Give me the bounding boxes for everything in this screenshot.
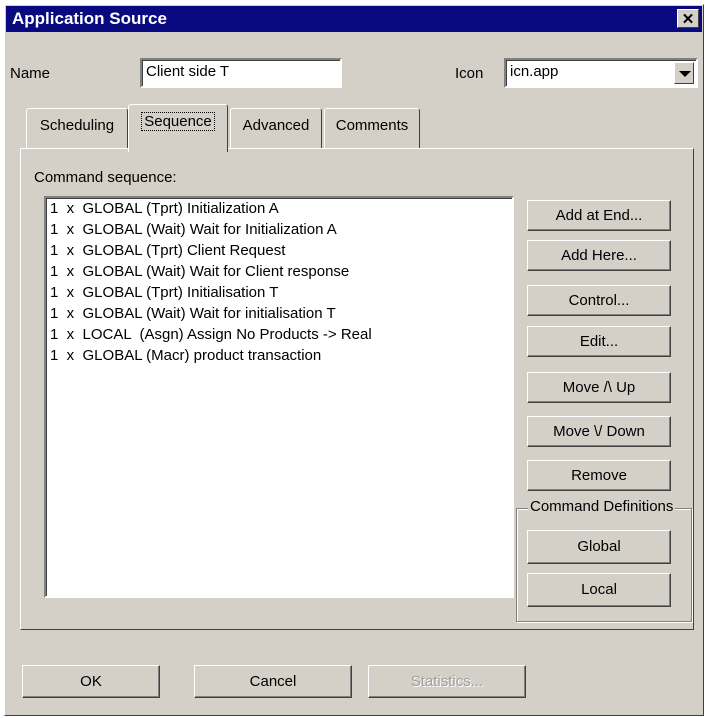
list-item[interactable]: 1 x GLOBAL (Macr) product transaction [46, 345, 512, 366]
icon-select[interactable]: icn.app [504, 58, 698, 88]
dialog-title: Application Source [12, 9, 167, 28]
command-definitions-title: Command Definitions [528, 498, 676, 515]
statistics-button: Statistics... [368, 665, 526, 698]
move-down-button[interactable]: Move \/ Down [527, 416, 671, 447]
list-item[interactable]: 1 x GLOBAL (Tprt) Initialization A [46, 198, 512, 219]
add-at-end-button[interactable]: Add at End... [527, 200, 671, 231]
icon-label: Icon [455, 65, 484, 82]
icon-select-value: icn.app [510, 63, 559, 80]
title-bar: Application Source ✕ [6, 6, 702, 32]
tab-advanced-label: Advanced [242, 117, 310, 134]
tab-advanced[interactable]: Advanced [230, 108, 322, 148]
tab-comments-label: Comments [335, 117, 409, 134]
tab-scheduling[interactable]: Scheduling [26, 108, 128, 148]
name-field[interactable]: Client side T [140, 58, 342, 88]
command-sequence-list[interactable]: 1 x GLOBAL (Tprt) Initialization A 1 x G… [44, 196, 514, 598]
chevron-down-icon[interactable] [674, 62, 694, 84]
add-here-button[interactable]: Add Here... [527, 240, 671, 271]
control-button[interactable]: Control... [527, 285, 671, 316]
ok-button[interactable]: OK [22, 665, 160, 698]
list-item[interactable]: 1 x GLOBAL (Tprt) Initialisation T [46, 282, 512, 303]
list-item[interactable]: 1 x LOCAL (Asgn) Assign No Products -> R… [46, 324, 512, 345]
tab-scheduling-label: Scheduling [39, 117, 115, 134]
tab-comments[interactable]: Comments [324, 108, 420, 148]
tab-sequence[interactable]: Sequence [128, 104, 228, 152]
local-button[interactable]: Local [527, 573, 671, 607]
edit-button[interactable]: Edit... [527, 326, 671, 357]
global-button[interactable]: Global [527, 530, 671, 564]
move-up-button[interactable]: Move /\ Up [527, 372, 671, 403]
remove-button[interactable]: Remove [527, 460, 671, 491]
name-label: Name [10, 65, 51, 82]
name-field-value: Client side T [146, 63, 230, 80]
tab-sequence-label: Sequence [141, 112, 215, 131]
close-icon[interactable]: ✕ [677, 9, 699, 28]
cancel-button[interactable]: Cancel [194, 665, 352, 698]
command-sequence-label: Command sequence: [34, 169, 177, 186]
list-item[interactable]: 1 x GLOBAL (Wait) Wait for Client respon… [46, 261, 512, 282]
list-item[interactable]: 1 x GLOBAL (Wait) Wait for initialisatio… [46, 303, 512, 324]
list-item[interactable]: 1 x GLOBAL (Wait) Wait for Initializatio… [46, 219, 512, 240]
list-item[interactable]: 1 x GLOBAL (Tprt) Client Request [46, 240, 512, 261]
